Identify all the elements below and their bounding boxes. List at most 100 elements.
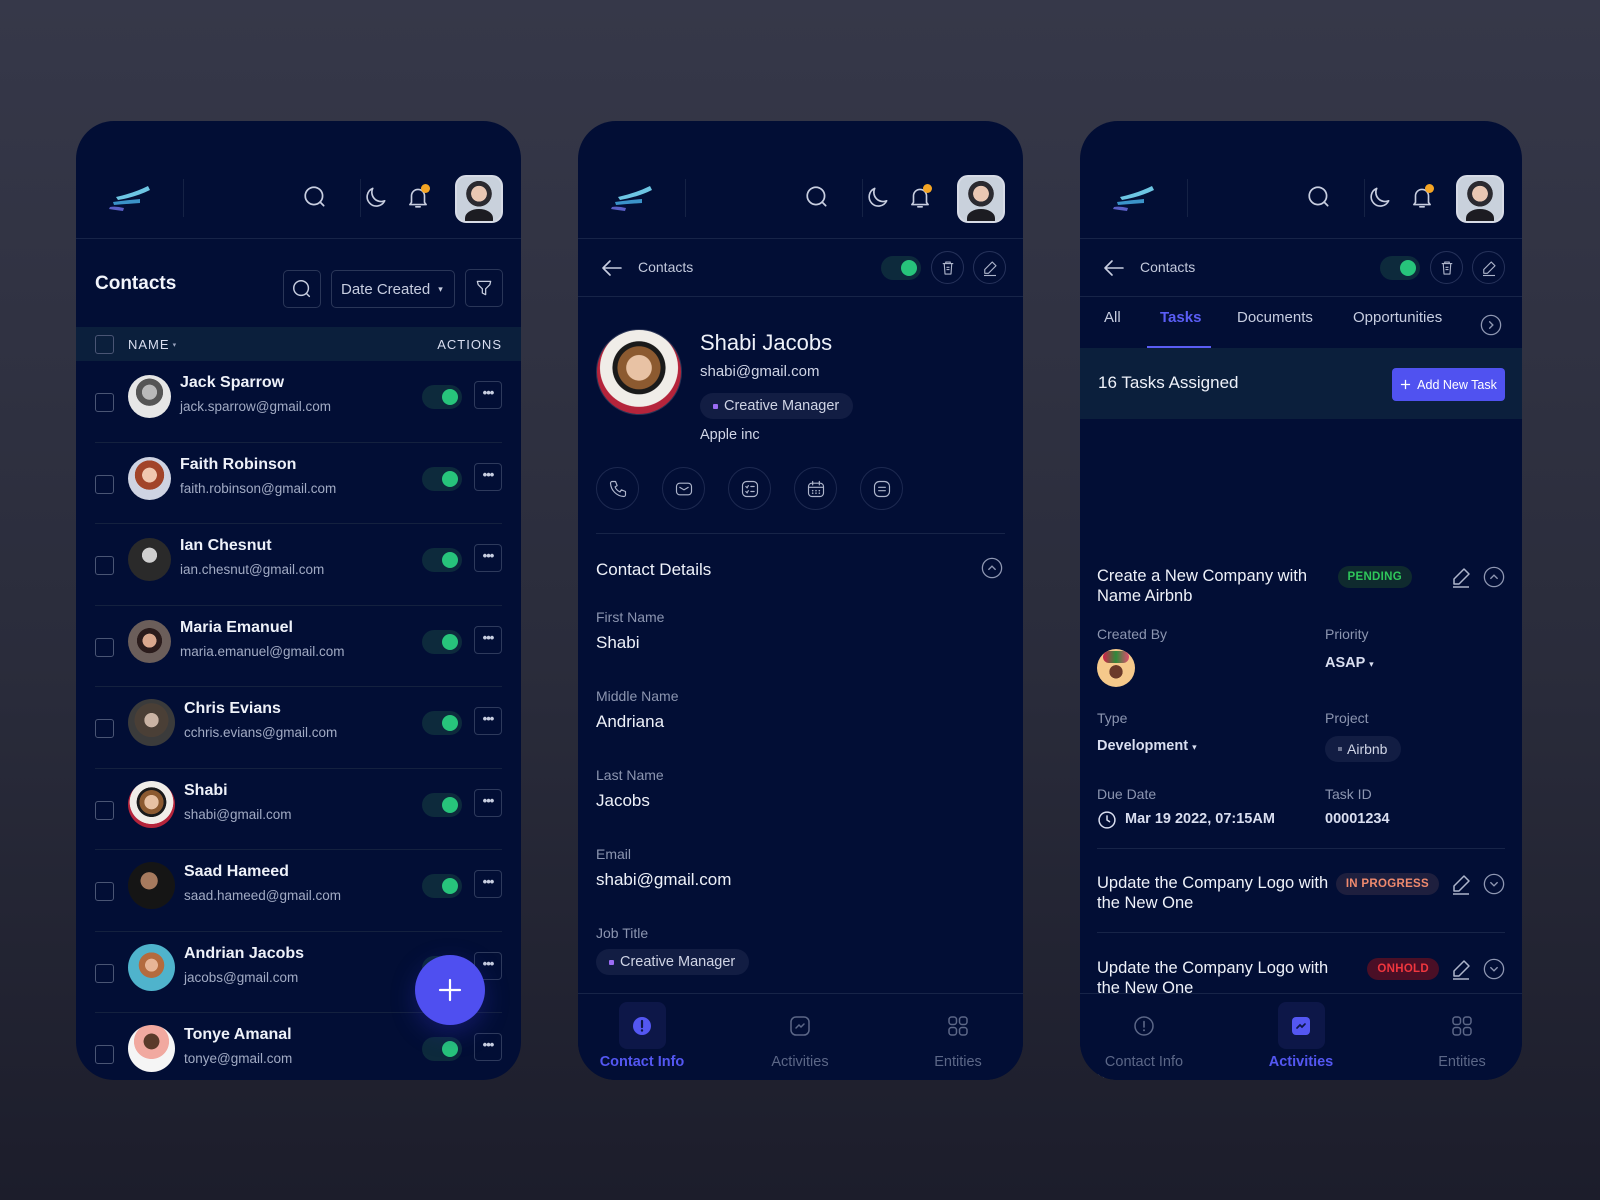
note-button[interactable]	[860, 467, 903, 510]
search-icon[interactable]	[302, 184, 328, 210]
active-toggle[interactable]	[1380, 256, 1420, 280]
nav-contact-info[interactable]: Contact Info	[582, 994, 702, 1080]
row-checkbox[interactable]	[95, 1045, 114, 1064]
nav-label: Entities	[934, 1054, 982, 1070]
nav-activities[interactable]: Activities	[1241, 994, 1361, 1080]
notifications-button[interactable]	[907, 184, 933, 210]
active-toggle[interactable]	[422, 629, 462, 654]
breadcrumb[interactable]: Contacts	[1140, 259, 1195, 275]
select-all-checkbox[interactable]	[95, 335, 114, 354]
divider	[1097, 848, 1505, 849]
more-actions-button[interactable]: •••	[474, 707, 502, 735]
contact-name[interactable]: Maria Emanuel	[180, 619, 293, 637]
moon-icon[interactable]	[363, 184, 389, 210]
table-row[interactable]: Chris Evians cchris.evians@gmail.com •••	[76, 687, 521, 769]
edit-button[interactable]	[973, 251, 1006, 284]
active-toggle[interactable]	[881, 256, 921, 280]
table-row[interactable]: Ian Chesnut ian.chesnut@gmail.com •••	[76, 524, 521, 606]
tab-tasks[interactable]: Tasks	[1160, 309, 1201, 326]
contact-name[interactable]: Jack Sparrow	[180, 374, 284, 392]
table-row[interactable]: Shabi shabi@gmail.com •••	[76, 769, 521, 851]
nav-entities[interactable]: Entities	[898, 994, 1018, 1080]
more-actions-button[interactable]: •••	[474, 625, 502, 654]
user-avatar[interactable]	[957, 175, 1005, 223]
delete-button[interactable]	[1430, 251, 1463, 284]
chevron-down-icon[interactable]	[1483, 873, 1505, 895]
active-toggle[interactable]	[422, 874, 462, 898]
chevron-down-icon[interactable]	[1483, 958, 1505, 980]
meeting-button[interactable]	[794, 467, 837, 510]
more-actions-button[interactable]: •••	[474, 870, 502, 898]
search-icon[interactable]	[804, 184, 830, 210]
task-button[interactable]	[728, 467, 771, 510]
sort-dropdown[interactable]: Date Created ▾	[331, 270, 455, 308]
more-actions-button[interactable]: •••	[474, 1033, 502, 1061]
brand-logo-icon[interactable]	[1110, 183, 1158, 211]
row-checkbox[interactable]	[95, 963, 114, 983]
contact-name[interactable]: Faith Robinson	[180, 456, 296, 474]
table-row[interactable]: Saad Hameed saad.hameed@gmail.com •••	[76, 850, 521, 932]
add-task-button[interactable]: Add New Task	[1392, 368, 1505, 401]
edit-button[interactable]	[1472, 251, 1505, 284]
pencil-icon[interactable]	[1449, 565, 1473, 589]
brand-logo-icon[interactable]	[106, 183, 154, 211]
notifications-button[interactable]	[405, 184, 431, 210]
row-checkbox[interactable]	[95, 800, 114, 820]
chevron-up-icon[interactable]	[1483, 566, 1505, 588]
back-arrow-icon[interactable]	[1102, 256, 1126, 280]
row-checkbox[interactable]	[95, 556, 114, 575]
contact-name[interactable]: Ian Chesnut	[180, 537, 272, 555]
search-icon[interactable]	[1306, 184, 1332, 210]
email-button[interactable]	[662, 467, 705, 510]
table-row[interactable]: Jack Sparrow jack.sparrow@gmail.com •••	[76, 361, 521, 443]
row-checkbox[interactable]	[95, 882, 114, 901]
row-checkbox[interactable]	[95, 474, 114, 494]
table-row[interactable]: Maria Emanuel maria.emanuel@gmail.com ••…	[76, 606, 521, 688]
nav-contact-info[interactable]: Contact Info	[1084, 994, 1204, 1080]
chevron-right-icon[interactable]	[1480, 314, 1502, 336]
more-actions-button[interactable]: •••	[474, 381, 502, 409]
priority-dropdown[interactable]: ASAP ▾	[1325, 655, 1374, 671]
row-checkbox[interactable]	[95, 637, 114, 657]
table-row[interactable]: Faith Robinson faith.robinson@gmail.com …	[76, 443, 521, 525]
moon-icon[interactable]	[865, 184, 891, 210]
brand-logo-icon[interactable]	[608, 183, 656, 211]
pencil-icon[interactable]	[1449, 872, 1473, 896]
notifications-button[interactable]	[1409, 184, 1435, 210]
tab-opportunities[interactable]: Opportunities	[1353, 309, 1442, 326]
tab-all[interactable]: All	[1104, 309, 1121, 326]
active-toggle[interactable]	[422, 1037, 462, 1061]
active-toggle[interactable]	[422, 548, 462, 572]
column-header-name[interactable]: NAME ▾	[128, 337, 177, 352]
pencil-icon[interactable]	[1449, 957, 1473, 981]
row-checkbox[interactable]	[95, 719, 114, 738]
nav-entities[interactable]: Entities	[1402, 994, 1522, 1080]
call-button[interactable]	[596, 467, 639, 510]
more-actions-button[interactable]: •••	[474, 462, 502, 491]
breadcrumb[interactable]: Contacts	[638, 259, 693, 275]
back-arrow-icon[interactable]	[600, 256, 624, 280]
active-toggle[interactable]	[422, 385, 462, 409]
contact-name[interactable]: Chris Evians	[184, 700, 281, 718]
active-toggle[interactable]	[422, 792, 462, 817]
active-toggle[interactable]	[422, 711, 462, 735]
user-avatar[interactable]	[455, 175, 503, 223]
collapse-section-icon[interactable]	[981, 557, 1003, 579]
contact-name[interactable]: Tonye Amanal	[184, 1026, 292, 1044]
more-actions-button[interactable]: •••	[474, 544, 502, 572]
add-contact-button[interactable]	[415, 955, 485, 1025]
nav-activities[interactable]: Activities	[740, 994, 860, 1080]
delete-button[interactable]	[931, 251, 964, 284]
moon-icon[interactable]	[1367, 184, 1393, 210]
contact-name[interactable]: Andrian Jacobs	[184, 945, 304, 963]
active-toggle[interactable]	[422, 466, 462, 491]
row-checkbox[interactable]	[95, 393, 114, 412]
filter-button[interactable]	[465, 269, 503, 307]
type-dropdown[interactable]: Development ▾	[1097, 738, 1197, 754]
contact-name[interactable]: Saad Hameed	[184, 863, 289, 881]
user-avatar[interactable]	[1456, 175, 1504, 223]
more-actions-button[interactable]: •••	[474, 788, 502, 817]
list-search-button[interactable]	[283, 270, 321, 308]
tab-documents[interactable]: Documents	[1237, 309, 1313, 326]
contact-name[interactable]: Shabi	[184, 782, 228, 800]
